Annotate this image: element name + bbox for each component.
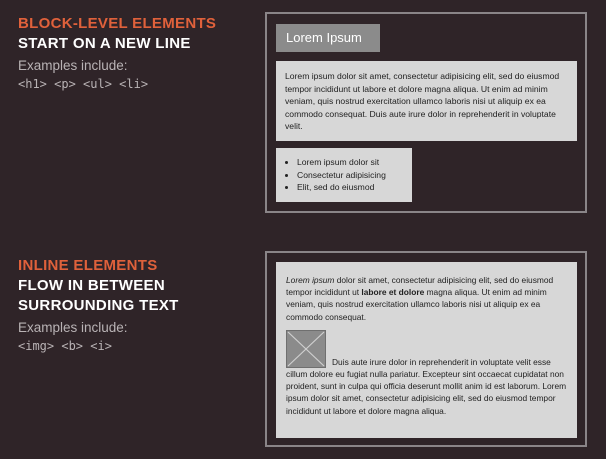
italic-text: Lorem ipsum [286, 275, 335, 285]
inline-kicker: INLINE ELEMENTS [18, 257, 158, 274]
list-example-box: Lorem ipsum dolor sit Consectetur adipis… [276, 148, 412, 202]
paragraph-example-box: Lorem ipsum dolor sit amet, consectetur … [276, 61, 577, 141]
example-list: Lorem ipsum dolor sit Consectetur adipis… [284, 156, 404, 194]
inline-heading-line2: SURROUNDING TEXT [18, 297, 179, 314]
inline-examples-label: Examples include: [18, 320, 128, 335]
h1-example-box: Lorem Ipsum [276, 24, 380, 52]
inline-heading-line1: FLOW IN BETWEEN [18, 277, 165, 294]
bold-text: labore et dolore [361, 287, 425, 298]
inline-intro: INLINE ELEMENTS FLOW IN BETWEEN SURROUND… [18, 256, 179, 356]
image-placeholder-icon [286, 329, 326, 368]
inline-paragraph-2: Duis aute irure dolor in reprehenderit i… [286, 329, 568, 417]
block-level-kicker: BLOCK-LEVEL ELEMENTS [18, 15, 217, 32]
inline-example-box: Lorem ipsum dolor sit amet, consectetur … [276, 262, 577, 438]
list-item: Lorem ipsum dolor sit [297, 156, 404, 169]
block-level-intro: BLOCK-LEVEL ELEMENTS START ON A NEW LINE… [18, 14, 216, 94]
inline-examples-code: <img> <b> <i> [18, 339, 112, 353]
list-item: Consectetur adipisicing [297, 169, 404, 182]
block-examples-label: Examples include: [18, 58, 128, 73]
block-examples-code: <h1> <p> <ul> <li> [18, 77, 149, 91]
list-item: Elit, sed do eiusmod [297, 181, 404, 194]
inline-paragraph-1: Lorem ipsum dolor sit amet, consectetur … [286, 275, 554, 322]
paragraph-example-text: Lorem ipsum dolor sit amet, consectetur … [285, 71, 560, 131]
block-level-heading: START ON A NEW LINE [18, 35, 191, 52]
